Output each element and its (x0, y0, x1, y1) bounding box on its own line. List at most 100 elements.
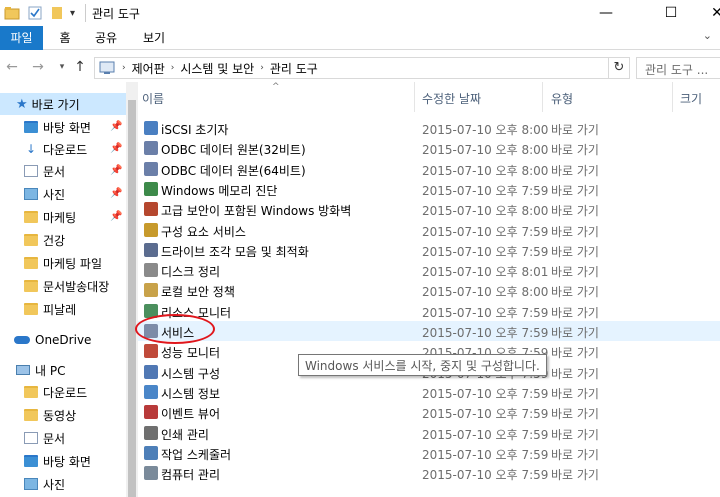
nav-label: 바로 가기 (31, 97, 80, 112)
computer-icon (16, 365, 30, 375)
tab-share[interactable]: 공유 (88, 26, 124, 50)
column-header-date[interactable]: 수정한 날짜 (422, 90, 481, 107)
nav-item-finale[interactable]: 피날레 (24, 298, 76, 320)
nav-item-health[interactable]: 건강 (24, 229, 65, 251)
search-input[interactable]: 관리 도구 ... (636, 57, 720, 79)
file-name: 성능 모니터 (161, 346, 221, 361)
file-name: 인쇄 관리 (161, 427, 209, 442)
file-date: 2015-07-10 오후 7:59 (422, 386, 549, 401)
file-name: 작업 스케줄러 (161, 447, 232, 462)
window-app-icon[interactable] (4, 5, 20, 21)
file-type: 바로 가기 (551, 468, 599, 483)
back-arrow-icon[interactable]: ← (2, 57, 22, 77)
nav-label: 사진 (43, 187, 66, 202)
nav-label: 내 PC (35, 363, 66, 378)
nav-item-marketing[interactable]: 마케팅 (24, 206, 76, 228)
tab-view[interactable]: 보기 (136, 26, 172, 50)
star-icon: ★ (16, 96, 28, 112)
tab-home[interactable]: 홈 (50, 26, 80, 50)
column-header-row: ^ 이름 수정한 날짜 유형 크기 (138, 82, 720, 112)
close-button[interactable]: ✕ (694, 0, 720, 26)
breadcrumb-admin-tools[interactable]: 관리 도구 (267, 60, 321, 77)
column-divider[interactable] (672, 82, 673, 112)
customize-qat-icon[interactable]: ▾ (70, 5, 75, 21)
nav-quick-access[interactable]: ★ 바로 가기 (0, 93, 126, 115)
nav-pc-videos[interactable]: 동영상 (24, 404, 76, 426)
breadcrumb-separator-icon[interactable]: › (257, 63, 267, 73)
file-name: ODBC 데이터 원본(32비트) (161, 143, 306, 158)
table-row[interactable]: 디스크 정리 2015-07-10 오후 8:01 바로 가기 (138, 260, 720, 280)
breadcrumb-control-panel[interactable]: 제어판 (129, 60, 168, 77)
new-folder-icon[interactable] (50, 5, 64, 21)
up-arrow-icon[interactable]: ↑ (70, 57, 90, 77)
file-type: 바로 가기 (551, 427, 599, 442)
table-row[interactable]: Windows 메모리 진단 2015-07-10 오후 7:59 바로 가기 (138, 179, 720, 199)
table-row[interactable]: ODBC 데이터 원본(64비트) 2015-07-10 오후 8:00 바로 가기 (138, 159, 720, 179)
nav-scrollbar-thumb[interactable] (128, 100, 136, 497)
desktop-folder-icon (24, 455, 38, 467)
recent-locations-icon[interactable]: ▾ (52, 57, 72, 77)
maximize-button[interactable]: ☐ (648, 0, 694, 26)
nav-item-marketing-files[interactable]: 마케팅 파일 (24, 252, 102, 274)
file-date: 2015-07-10 오후 7:59 (422, 183, 549, 198)
nav-label: 바탕 화면 (43, 454, 91, 469)
column-header-type[interactable]: 유형 (551, 90, 573, 107)
table-row[interactable]: 리소스 모니터 2015-07-10 오후 7:59 바로 가기 (138, 301, 720, 321)
nav-pc-downloads[interactable]: 다운로드 (24, 381, 87, 403)
table-row[interactable]: ODBC 데이터 원본(32비트) 2015-07-10 오후 8:00 바로 가기 (138, 138, 720, 158)
file-type: 바로 가기 (551, 163, 599, 178)
pin-icon: 📌 (110, 188, 123, 199)
nav-item-desktop[interactable]: 바탕 화면 (24, 116, 91, 138)
table-row[interactable]: 인쇄 관리 2015-07-10 오후 7:59 바로 가기 (138, 423, 720, 443)
forward-arrow-icon[interactable]: → (28, 57, 48, 77)
breadcrumb-separator-icon[interactable]: › (168, 63, 178, 73)
nav-item-downloads[interactable]: ↓ 다운로드 (24, 138, 87, 160)
nav-item-doc-ledger[interactable]: 문서발송대장 (24, 275, 109, 297)
table-row[interactable]: 구성 요소 서비스 2015-07-10 오후 7:59 바로 가기 (138, 220, 720, 240)
column-header-name[interactable]: 이름 (142, 90, 164, 107)
properties-icon[interactable] (28, 5, 42, 21)
file-name: 로컬 보안 정책 (161, 285, 235, 300)
column-header-size[interactable]: 크기 (680, 90, 702, 107)
file-date: 2015-07-10 오후 7:59 (422, 244, 549, 259)
tab-file[interactable]: 파일 (0, 26, 43, 50)
expand-ribbon-icon[interactable]: ⌄ (703, 29, 712, 42)
minimize-button[interactable]: — (583, 0, 629, 26)
nav-this-pc[interactable]: 내 PC (16, 359, 65, 381)
file-type: 바로 가기 (551, 366, 599, 381)
file-type: 바로 가기 (551, 447, 599, 462)
shortcut-icon (144, 202, 158, 217)
table-row[interactable]: iSCSI 초기자 2015-07-10 오후 8:00 바로 가기 (138, 118, 720, 138)
pin-icon: 📌 (110, 143, 123, 154)
nav-pc-documents[interactable]: 문서 (24, 427, 65, 449)
pin-icon: 📌 (110, 121, 123, 132)
nav-item-pictures[interactable]: 사진 (24, 183, 65, 205)
highlight-circle (135, 314, 215, 344)
nav-onedrive[interactable]: OneDrive (14, 329, 91, 351)
refresh-icon[interactable]: ↻ (608, 57, 630, 79)
file-date: 2015-07-10 오후 7:59 (422, 468, 549, 483)
file-type: 바로 가기 (551, 305, 599, 320)
file-type: 바로 가기 (551, 224, 599, 239)
table-row[interactable]: 로컬 보안 정책 2015-07-10 오후 8:00 바로 가기 (138, 280, 720, 300)
breadcrumb-system-security[interactable]: 시스템 및 보안 (177, 60, 257, 77)
table-row[interactable]: 서비스 2015-07-10 오후 7:59 바로 가기 (138, 321, 720, 341)
table-row[interactable]: 컴퓨터 관리 2015-07-10 오후 7:59 바로 가기 (138, 463, 720, 483)
table-row[interactable]: 작업 스케줄러 2015-07-10 오후 7:59 바로 가기 (138, 443, 720, 463)
table-row[interactable]: 고급 보안이 포함된 Windows 방화벽 2015-07-10 오후 8:00… (138, 199, 720, 219)
navigation-pane: ★ 바로 가기 바탕 화면 📌 ↓ 다운로드 📌 문서 📌 사진 📌 마케팅 📌 (0, 82, 126, 497)
address-bar[interactable]: › 제어판 › 시스템 및 보안 › 관리 도구 (94, 57, 630, 79)
column-divider[interactable] (542, 82, 543, 112)
nav-item-documents[interactable]: 문서 (24, 160, 65, 182)
nav-pc-desktop[interactable]: 바탕 화면 (24, 450, 91, 472)
table-row[interactable]: 이벤트 뷰어 2015-07-10 오후 7:59 바로 가기 (138, 402, 720, 422)
nav-label: 동영상 (43, 408, 77, 423)
table-row[interactable]: 드라이브 조각 모음 및 최적화 2015-07-10 오후 7:59 바로 가기 (138, 240, 720, 260)
navigation-bar: ← → ▾ ↑ › 제어판 › 시스템 및 보안 › 관리 도구 ↻ 관리 도구… (0, 52, 720, 82)
table-row[interactable]: 시스템 정보 2015-07-10 오후 7:59 바로 가기 (138, 382, 720, 402)
file-type: 바로 가기 (551, 143, 599, 158)
column-divider[interactable] (414, 82, 415, 112)
nav-pc-pictures[interactable]: 사진 (24, 473, 65, 495)
file-name: ODBC 데이터 원본(64비트) (161, 163, 306, 178)
file-name: 시스템 구성 (161, 366, 221, 381)
